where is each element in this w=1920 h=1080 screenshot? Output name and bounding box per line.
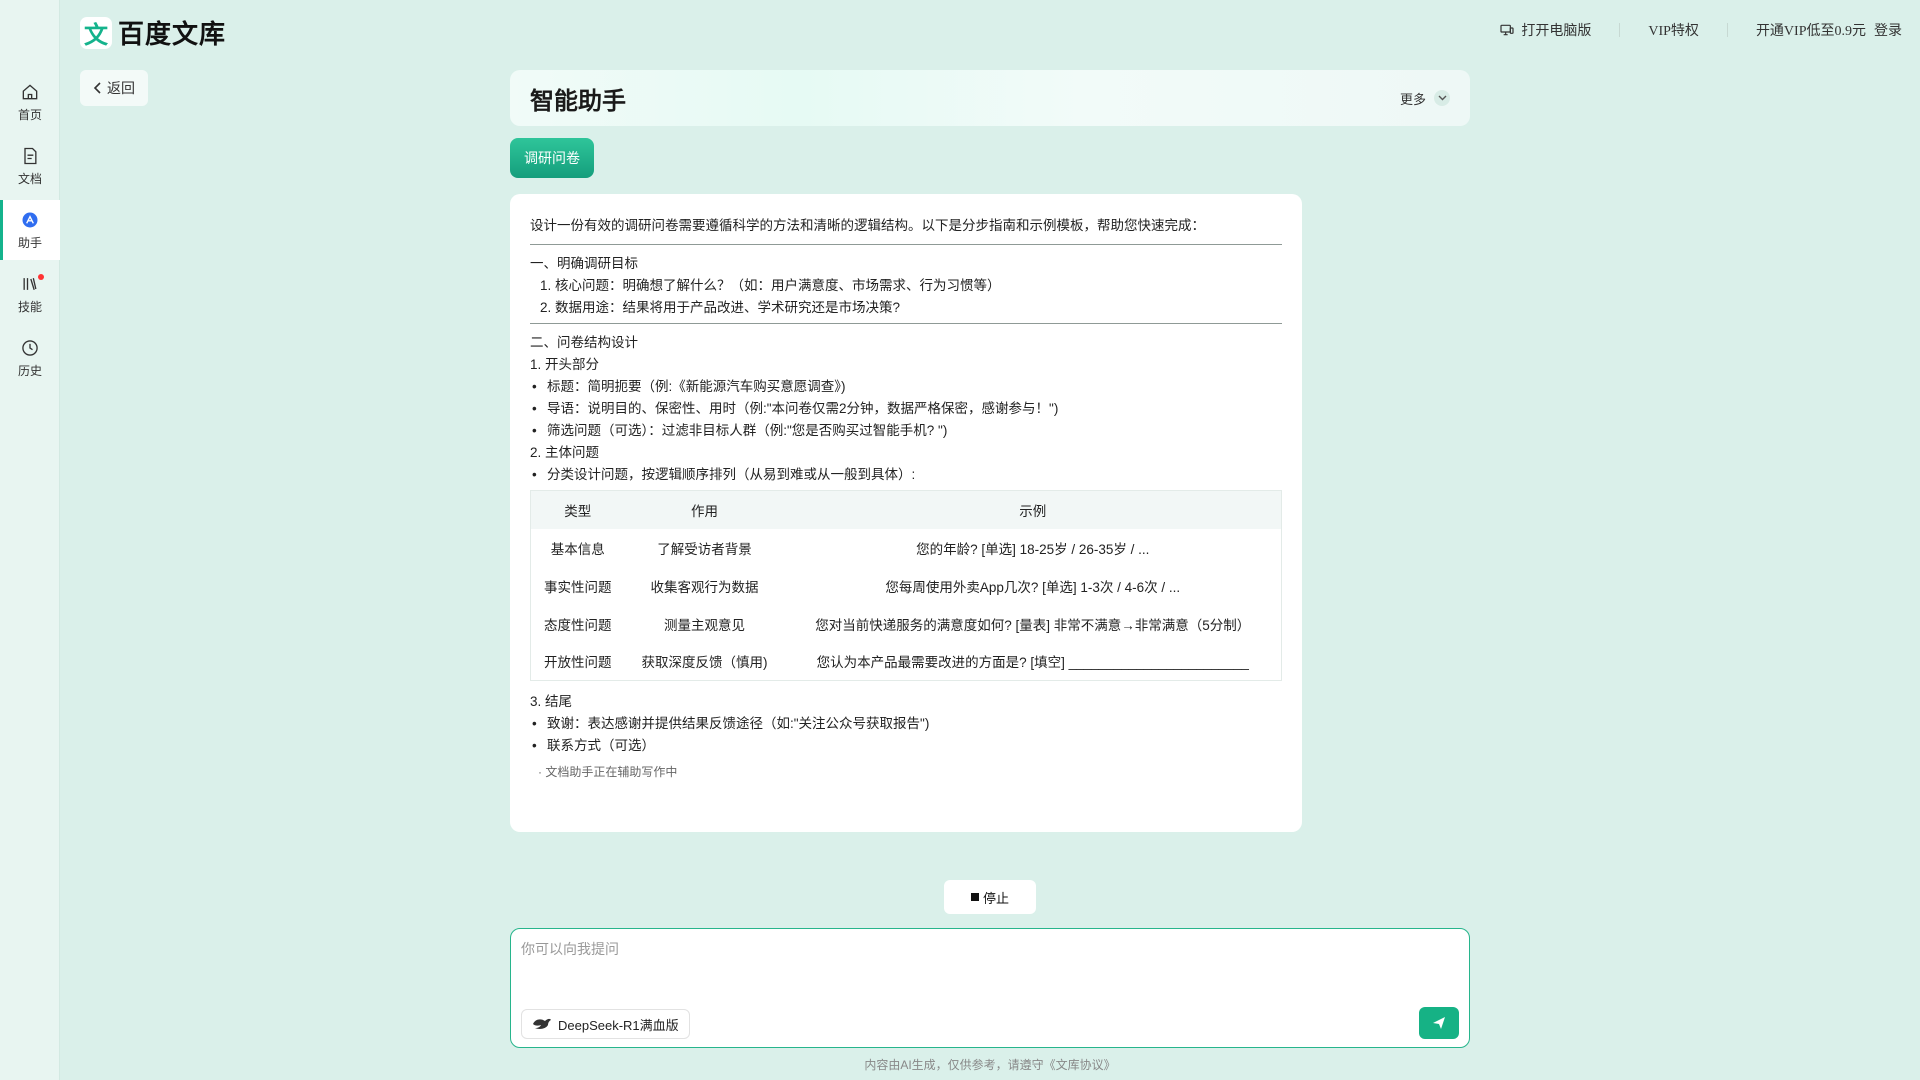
table-row: 开放性问题 获取深度反馈（慎用) 您认为本产品最需要改进的方面是? [填空] _… xyxy=(531,643,1282,681)
list-item: 标题：简明扼要（例:《新能源汽车购买意愿调查》) xyxy=(530,376,1282,398)
assistant-icon xyxy=(22,212,38,227)
more-dropdown[interactable]: 更多 xyxy=(1400,89,1450,108)
page-title: 智能助手 xyxy=(530,87,626,115)
column-header: 作用 xyxy=(624,490,785,529)
table-row: 态度性问题 测量主观意见 您对当前快递服务的满意度如何? [量表] 非常不满意→… xyxy=(531,605,1282,643)
divider xyxy=(1619,23,1621,37)
skills-icon xyxy=(23,277,37,290)
footer-disclaimer: 内容由AI生成，仅供参考，请遵守《文库协议》 xyxy=(864,1058,1116,1072)
sidebar: 首页 文档 助手 技能 历史 xyxy=(0,0,60,1080)
section-title: 一、明确调研目标 xyxy=(530,256,638,271)
send-button[interactable] xyxy=(1419,1007,1459,1039)
survey-tag-button[interactable]: 调研问卷 xyxy=(510,138,594,178)
list-item: 筛选问题（可选）：过滤非目标人群（例:"您是否购买过智能手机? ") xyxy=(530,420,1282,442)
document-icon xyxy=(24,147,37,164)
stop-label: 停止 xyxy=(982,890,1009,906)
sidebar-item-skills[interactable]: 技能 xyxy=(0,264,60,324)
table-cell: 您对当前快递服务的满意度如何? [量表] 非常不满意→非常满意（5分制） xyxy=(815,617,1251,633)
more-label: 更多 xyxy=(1399,91,1426,107)
answer-card: 设计一份有效的调研问卷需要遵循科学的方法和清晰的逻辑结构。以下是分步指南和示例模… xyxy=(510,194,1302,832)
chevron-left-icon xyxy=(93,82,101,94)
subsection-title: 1. 开头部分 xyxy=(530,357,600,372)
sidebar-item-label: 历史 xyxy=(17,363,42,378)
home-icon xyxy=(22,83,38,99)
model-label: DeepSeek-R1满血版 xyxy=(558,1017,679,1033)
table-cell: 您每周使用外卖App几次? [单选] 1-3次 / 4-6次 / ... xyxy=(885,579,1181,595)
sidebar-item-label: 首页 xyxy=(17,107,42,122)
brand-name: 百度文库 xyxy=(118,19,227,49)
open-pc-button[interactable]: 打开电脑版 xyxy=(1499,20,1591,40)
open-pc-label: 打开电脑版 xyxy=(1521,22,1592,38)
subsection-title: 3. 结尾 xyxy=(530,694,573,709)
send-icon xyxy=(1433,1017,1445,1029)
monitor-icon xyxy=(1500,24,1514,36)
subsection-title: 2. 主体问题 xyxy=(530,445,600,460)
column-header: 示例 xyxy=(784,490,1282,529)
deepseek-whale-icon xyxy=(533,1018,551,1029)
sidebar-item-label: 助手 xyxy=(17,235,42,250)
list-item: 1. 核心问题：明确想了解什么？（如：用户满意度、市场需求、行为习惯等） xyxy=(540,278,1001,293)
stop-icon xyxy=(970,893,979,901)
vip-privilege-link[interactable]: VIP特权 xyxy=(1648,20,1699,40)
sidebar-item-history[interactable]: 历史 xyxy=(0,328,60,388)
table-cell: 您认为本产品最需要改进的方面是? [填空] __________________… xyxy=(816,655,1249,671)
table-cell: 收集客观行为数据 xyxy=(650,579,759,595)
divider xyxy=(530,244,1282,245)
open-vip-link[interactable]: 开通VIP低至0.9元 xyxy=(1756,20,1866,40)
table-cell: 您的年龄? [单选] 18-25岁 / 26-35岁 / ... xyxy=(916,541,1150,557)
table-cell: 基本信息 xyxy=(550,541,605,557)
list-item: 联系方式（可选） xyxy=(530,735,1282,757)
list-item: 致谢：表达感谢并提供结果反馈途径（如:"关注公众号获取报告") xyxy=(530,713,1282,735)
table-row: 基本信息 了解受访者背景 您的年龄? [单选] 18-25岁 / 26-35岁 … xyxy=(531,529,1282,567)
brand-logo[interactable]: 文 百度文库 xyxy=(80,14,226,51)
table-cell: 获取深度反馈（慎用) xyxy=(641,655,768,671)
section-title: 二、问卷结构设计 xyxy=(530,335,638,350)
assistant-header: 智能助手 更多 xyxy=(510,70,1470,126)
divider xyxy=(530,323,1282,324)
sidebar-item-docs[interactable]: 文档 xyxy=(0,136,60,196)
column-header: 类型 xyxy=(530,490,625,529)
list-item: 分类设计问题，按逻辑顺序排列（从易到难或从一般到具体）: xyxy=(530,464,1282,486)
table-row: 事实性问题 收集客观行为数据 您每周使用外卖App几次? [单选] 1-3次 /… xyxy=(531,567,1282,605)
chat-input-box: DeepSeek-R1满血版 xyxy=(510,928,1470,1048)
table-cell: 事实性问题 xyxy=(544,579,612,595)
sidebar-item-label: 文档 xyxy=(17,171,42,186)
login-link[interactable]: 登录 xyxy=(1874,20,1902,40)
question-input[interactable] xyxy=(521,939,1461,1009)
table-cell: 开放性问题 xyxy=(544,655,612,671)
writing-status: · 文档助手正在辅助写作中 xyxy=(538,765,678,779)
divider xyxy=(1726,23,1728,37)
wenku-logo-icon: 文 xyxy=(80,16,112,49)
list-item: 2. 数据用途：结果将用于产品改进、学术研究还是市场决策? xyxy=(540,300,901,315)
back-button[interactable]: 返回 xyxy=(80,70,148,106)
notification-dot xyxy=(38,274,44,280)
back-label: 返回 xyxy=(107,80,135,96)
question-type-table: 类型 作用 示例 基本信息 了解受访者背景 您的年龄? [单选] 18-25岁 … xyxy=(530,490,1282,681)
table-header-row: 类型 作用 示例 xyxy=(530,490,1282,529)
stop-button[interactable]: 停止 xyxy=(944,880,1036,914)
sidebar-item-assistant[interactable]: 助手 xyxy=(0,200,60,260)
list-item: 导语：说明目的、保密性、用时（例:"本问卷仅需2分钟，数据严格保密，感谢参与！"… xyxy=(530,398,1282,420)
answer-intro: 设计一份有效的调研问卷需要遵循科学的方法和清晰的逻辑结构。以下是分步指南和示例模… xyxy=(530,218,1205,233)
history-icon xyxy=(22,339,38,356)
table-cell: 态度性问题 xyxy=(544,617,612,633)
model-selector[interactable]: DeepSeek-R1满血版 xyxy=(521,1009,690,1039)
table-cell: 了解受访者背景 xyxy=(657,541,752,557)
top-toolbar: 打开电脑版 VIP特权 开通VIP低至0.9元 登录 xyxy=(1499,20,1902,40)
chevron-down-icon xyxy=(1434,90,1450,106)
sidebar-item-home[interactable]: 首页 xyxy=(0,72,60,132)
table-cell: 测量主观意见 xyxy=(664,617,745,633)
sidebar-item-label: 技能 xyxy=(17,299,42,314)
